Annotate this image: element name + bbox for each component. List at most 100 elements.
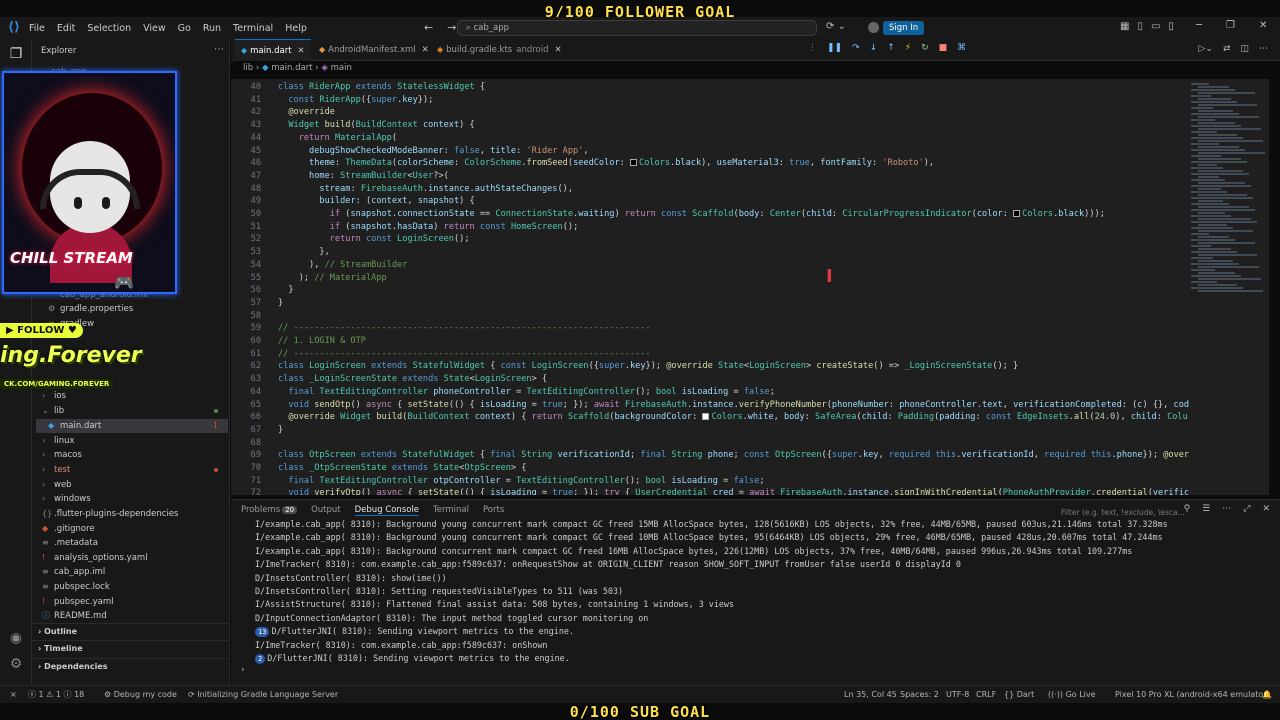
explorer-icon[interactable]: ❐ xyxy=(7,45,25,63)
code-line[interactable]: 65 void sendOtp() async { setState(() { … xyxy=(231,399,1189,412)
go-live-button[interactable]: ((·)) Go Live xyxy=(1048,686,1096,703)
code-line[interactable]: 67} xyxy=(231,424,1189,437)
tree-item-flutter-plugins-dependencies[interactable]: {} .flutter-plugins-dependencies xyxy=(42,507,228,521)
code-line[interactable]: 63 class _LoginScreenState extends State<… xyxy=(231,373,1189,386)
restore-icon[interactable]: ❐ xyxy=(1226,20,1235,31)
code-line[interactable]: 51 if (snapshot.hasData) return const Ho… xyxy=(231,221,1189,234)
debug-status[interactable]: ⚙ Debug my code xyxy=(104,686,177,703)
code-line[interactable]: 43 Widget build(BuildContext context) { xyxy=(231,119,1189,132)
tab-android-manifest[interactable]: ◆ AndroidManifest.xml ✕ xyxy=(319,39,429,61)
tree-item-pubspec-yaml[interactable]: ! pubspec.yaml xyxy=(42,595,228,609)
code-line[interactable]: 48 stream: FirebaseAuth.instance.authSta… xyxy=(231,183,1189,196)
tree-item-gradle-properties[interactable]: ⚙ gradle.properties xyxy=(48,302,228,316)
copilot-icon[interactable]: ⟳ ⌄ xyxy=(826,21,846,32)
problems-status[interactable]: ⓧ 1 ⚠ 1 ⓘ 18 xyxy=(28,686,84,703)
tree-item-pubspec-lock[interactable]: ≡ pubspec.lock xyxy=(42,580,228,594)
line-ending[interactable]: CRLF xyxy=(976,686,996,703)
tree-item-lib[interactable]: ⌄ lib xyxy=(42,404,228,418)
menu-help[interactable]: Help xyxy=(285,23,307,34)
code-line[interactable]: 45 debugShowCheckedModeBanner: false, ti… xyxy=(231,145,1189,158)
breadcrumb-main[interactable]: main xyxy=(331,63,352,73)
code-line[interactable]: 42 @override xyxy=(231,106,1189,119)
console-prompt-icon[interactable]: › xyxy=(241,665,245,675)
compare-icon[interactable]: ⇄ xyxy=(1223,44,1231,54)
code-line[interactable]: 69 class OtpScreen extends StatefulWidget… xyxy=(231,449,1189,462)
split-editor-icon[interactable]: ◫ xyxy=(1240,44,1249,54)
code-line[interactable]: 46 theme: ThemeData(colorScheme: ColorSc… xyxy=(231,157,1189,170)
menu-view[interactable]: View xyxy=(143,23,166,34)
close-panel-icon[interactable]: ✕ xyxy=(1262,504,1270,514)
code-line[interactable]: 66 @override Widget build(BuildContext c… xyxy=(231,411,1189,424)
remote-icon[interactable]: ⨯ xyxy=(10,686,17,703)
breadcrumb-main-dart[interactable]: main.dart xyxy=(271,63,312,73)
code-line[interactable]: 68 xyxy=(231,437,1189,450)
code-line[interactable]: 70 class _OtpScreenState extends State<Ot… xyxy=(231,462,1189,475)
code-line[interactable]: 50 if (snapshot.connectionState == Conne… xyxy=(231,208,1189,221)
tree-item-cab-app-iml[interactable]: ≡ cab_app.iml xyxy=(42,565,228,579)
tab-terminal[interactable]: Terminal xyxy=(433,505,469,516)
code-line[interactable]: 55 ); // MaterialApp xyxy=(231,272,1189,285)
editor-more-icon[interactable]: ⋯ xyxy=(1259,44,1268,54)
code-line[interactable]: 59 // -----------------------------------… xyxy=(231,322,1189,335)
tree-item-macos[interactable]: › macos xyxy=(42,448,228,462)
back-arrow-icon[interactable]: ← xyxy=(424,21,433,34)
language-mode[interactable]: {} Dart xyxy=(1004,686,1034,703)
code-line[interactable]: 58 xyxy=(231,310,1189,323)
code-line[interactable]: 61 // -----------------------------------… xyxy=(231,348,1189,361)
maximize-panel-icon[interactable]: ⤢ xyxy=(1243,504,1250,514)
drag-handle-icon[interactable]: ⋮ xyxy=(808,43,817,53)
forward-arrow-icon[interactable]: → xyxy=(447,21,456,34)
code-line[interactable]: 41 const RiderApp({super.key}); xyxy=(231,94,1189,107)
menu-selection[interactable]: Selection xyxy=(87,23,131,34)
indentation[interactable]: Spaces: 2 xyxy=(900,686,939,703)
layout-icon[interactable]: ▦ xyxy=(1120,21,1129,32)
tree-item-linux[interactable]: › linux xyxy=(42,434,228,448)
code-line[interactable]: 53 }, xyxy=(231,246,1189,259)
hot-reload-icon[interactable]: ⚡ xyxy=(905,43,911,53)
settings-gear-icon[interactable]: ⚙ xyxy=(7,655,25,673)
account-icon[interactable] xyxy=(868,22,879,33)
code-line[interactable]: 64 final TextEditingController phoneCont… xyxy=(231,386,1189,399)
pause-icon[interactable]: ❚❚ xyxy=(827,43,842,53)
filter-icon[interactable]: ⚲ xyxy=(1184,504,1191,514)
tab-build-gradle[interactable]: ◆ build.gradle.kts android ✕ xyxy=(437,39,562,61)
tab-ports[interactable]: Ports xyxy=(483,505,504,516)
code-line[interactable]: 56 } xyxy=(231,284,1189,297)
code-line[interactable]: 72 void verifyOtp() async { setState(() … xyxy=(231,487,1189,495)
code-line[interactable]: 52 return const LoginScreen(); xyxy=(231,233,1189,246)
notifications-icon[interactable]: 🔔 xyxy=(1262,686,1272,703)
toggle-panel-icon[interactable]: ▭ xyxy=(1151,21,1160,32)
code-line[interactable]: 57} xyxy=(231,297,1189,310)
toggle-sidebar-icon[interactable]: ▯ xyxy=(1137,21,1143,32)
tab-output[interactable]: Output xyxy=(311,505,341,516)
tree-item-analysis-options[interactable]: ! analysis_options.yaml xyxy=(42,551,228,565)
code-line[interactable]: 62 class LoginScreen extends StatefulWidg… xyxy=(231,360,1189,373)
cursor-position[interactable]: Ln 35, Col 45 xyxy=(844,686,897,703)
sign-in-button[interactable]: Sign In xyxy=(883,21,925,35)
step-out-icon[interactable]: ↑ xyxy=(887,43,895,53)
tree-item-test[interactable]: › test xyxy=(42,463,228,477)
tree-item-main-dart[interactable]: ◆ main.dart 1 xyxy=(36,419,228,433)
command-center-search[interactable]: ⌕ cab_app xyxy=(457,20,817,36)
more-actions-icon[interactable]: ⋯ xyxy=(214,44,224,55)
clear-console-icon[interactable]: ☰ xyxy=(1202,504,1210,514)
code-editor[interactable]: 40 class RiderApp extends StatelessWidget… xyxy=(231,79,1189,495)
code-line[interactable]: 71 final TextEditingController otpContro… xyxy=(231,475,1189,488)
code-line[interactable]: 54 ), // StreamBuilder xyxy=(231,259,1189,272)
code-line[interactable]: 40 class RiderApp extends StatelessWidget… xyxy=(231,81,1189,94)
tab-main-dart[interactable]: ◆ main.dart ✕ xyxy=(235,39,311,61)
breadcrumb-lib[interactable]: lib xyxy=(243,63,253,73)
encoding[interactable]: UTF-8 xyxy=(946,686,969,703)
account-activity-icon[interactable]: ◉ xyxy=(7,629,25,647)
tab-debug-console[interactable]: Debug Console xyxy=(354,505,420,516)
menu-terminal[interactable]: Terminal xyxy=(233,23,273,34)
menu-file[interactable]: File xyxy=(29,23,45,34)
devtools-icon[interactable]: ⌘ xyxy=(957,43,966,53)
tree-item-gitignore[interactable]: ◆ .gitignore xyxy=(42,522,228,536)
stop-icon[interactable]: ■ xyxy=(939,43,948,53)
code-line[interactable]: 49 builder: (context, snapshot) { xyxy=(231,195,1189,208)
step-into-icon[interactable]: ↓ xyxy=(870,43,878,53)
tree-item-windows[interactable]: › windows xyxy=(42,492,228,506)
close-tab-icon[interactable]: ✕ xyxy=(422,45,429,55)
outline-section[interactable]: › Outline xyxy=(32,623,230,639)
